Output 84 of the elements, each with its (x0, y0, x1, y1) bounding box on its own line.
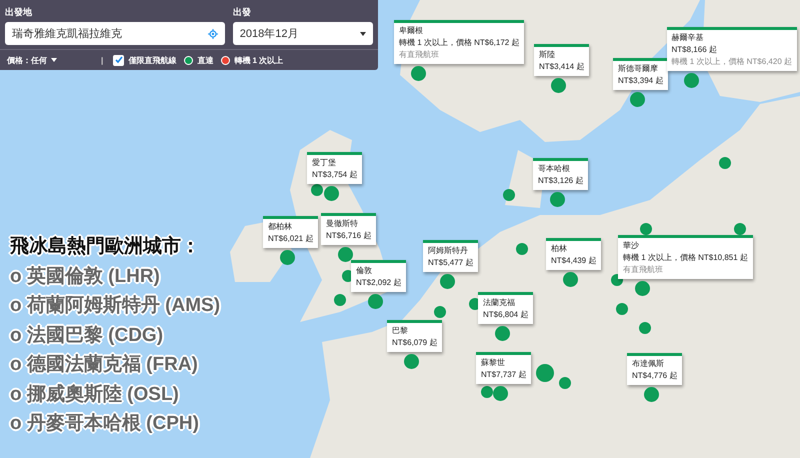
city-name: 巴黎 (392, 325, 409, 337)
destination-marker[interactable] (640, 223, 652, 235)
location-icon[interactable] (208, 28, 218, 38)
destination-marker[interactable] (616, 303, 628, 315)
destination-marker[interactable] (719, 157, 731, 169)
city-name: 赫爾辛基 (672, 32, 705, 44)
city-name: 法蘭克福 (483, 297, 516, 309)
overlay-title: 飛冰島熱門歐洲城市： (10, 234, 201, 259)
price-popup[interactable]: 哥本哈根 NT$3,126 起 (533, 158, 588, 190)
city-list-item: o 丹麥哥本哈根 (CPH) (10, 412, 200, 436)
city-list-item: o 英國倫敦 (LHR) (10, 264, 161, 288)
field-label: 出發 (233, 6, 251, 18)
city-list-item: o 德國法蘭克福 (FRA) (10, 353, 199, 377)
destination-marker[interactable] (334, 294, 346, 306)
price-popup[interactable]: 柏林 NT$4,439 起 (546, 238, 602, 270)
city-name: 華沙 (623, 240, 640, 252)
price-text: 有直飛航班 (623, 264, 663, 276)
city-list-item: o 荷蘭阿姆斯特丹 (AMS) (10, 294, 220, 318)
destination-marker[interactable] (311, 184, 323, 196)
price-text: NT$6,079 起 (392, 337, 438, 349)
price-popup[interactable]: 曼徹斯特 NT$6,716 起 (321, 213, 376, 245)
destination-marker[interactable] (481, 386, 493, 398)
checkbox-label[interactable]: 僅限直飛航線 (128, 54, 176, 66)
city-name: 倫敦 (356, 265, 373, 277)
date-select[interactable]: 2018年12月 (232, 22, 373, 45)
price-popup[interactable]: 阿姆斯特丹 NT$5,477 起 (423, 240, 478, 272)
city-name: 哥本哈根 (538, 163, 571, 175)
price-popup[interactable]: 斯德哥爾摩 NT$3,394 起 (613, 58, 668, 90)
city-name: 阿姆斯特丹 (428, 245, 469, 257)
city-name: 斯德哥爾摩 (618, 63, 659, 75)
origin-input[interactable]: 瑞奇雅維克凱福拉維克 (5, 22, 225, 45)
price-popup[interactable]: 倫敦 NT$2,092 起 (351, 260, 406, 292)
city-name: 都柏林 (268, 221, 293, 233)
destination-marker[interactable] (559, 377, 571, 389)
legend-label: 轉機 1 次以上 (234, 54, 284, 66)
price-text: 轉機 1 次以上，價格 NT$6,420 起 (672, 56, 792, 68)
price-text: NT$2,092 起 (356, 277, 402, 289)
price-popup[interactable]: 愛丁堡 NT$3,754 起 (307, 152, 362, 184)
destination-marker[interactable] (516, 243, 528, 255)
city-name: 曼徹斯特 (326, 218, 359, 230)
price-popup[interactable]: 斯陸 NT$3,414 起 (534, 44, 590, 76)
price-popup[interactable]: 都柏林 NT$6,021 起 (263, 216, 318, 248)
field-label: 出發地 (5, 6, 33, 18)
city-name: 卑爾根 (399, 25, 424, 37)
price-text: NT$4,776 起 (632, 370, 678, 382)
price-text: NT$4,439 起 (551, 255, 596, 267)
city-name: 蘇黎世 (481, 357, 506, 369)
price-popup[interactable]: 法蘭克福 NT$6,804 起 (478, 292, 534, 324)
price-text: NT$3,414 起 (539, 61, 584, 73)
destination-marker[interactable] (503, 189, 515, 201)
price-popup[interactable]: 卑爾根 轉機 1 次以上，價格 NT$6,172 起 有直飛航班 (394, 20, 524, 64)
price-text: 轉機 1 次以上，價格 NT$10,851 起 (623, 252, 748, 264)
price-text: NT$3,394 起 (618, 75, 664, 87)
city-name: 愛丁堡 (312, 157, 337, 169)
price-text: NT$8,166 起 (672, 44, 717, 56)
city-name: 布達佩斯 (632, 358, 665, 370)
price-text: NT$6,716 起 (326, 230, 372, 242)
separator: | (101, 56, 104, 64)
checkbox[interactable] (113, 54, 124, 66)
city-name: 柏林 (551, 243, 568, 255)
price-text: NT$6,021 起 (268, 233, 314, 245)
legend-label: 直達 (197, 54, 214, 66)
price-popup[interactable]: 布達佩斯 NT$4,776 起 (627, 353, 682, 385)
price-popup[interactable]: 巴黎 NT$6,079 起 (387, 320, 442, 352)
price-text: NT$3,754 起 (312, 169, 358, 181)
price-text: NT$7,737 起 (481, 369, 526, 381)
city-list-item: o 挪威奧斯陸 (OSL) (10, 382, 180, 406)
city-name: 斯陸 (539, 49, 556, 61)
destination-marker[interactable] (734, 223, 746, 235)
price-text: NT$6,804 起 (483, 309, 528, 321)
price-text: 轉機 1 次以上，價格 NT$6,172 起 (399, 37, 520, 49)
price-dropdown[interactable]: 價格：任何 (7, 54, 57, 66)
caret-icon (360, 32, 366, 36)
destination-marker[interactable] (434, 306, 446, 318)
price-popup[interactable]: 蘇黎世 NT$7,737 起 (476, 352, 532, 384)
destination-marker[interactable] (536, 364, 554, 382)
price-text: NT$5,477 起 (428, 257, 474, 269)
price-popup[interactable]: 華沙 轉機 1 次以上，價格 NT$10,851 起 有直飛航班 (618, 235, 753, 279)
destination-marker[interactable] (639, 322, 651, 334)
caret-icon (51, 58, 57, 62)
city-list-item: o 法國巴黎 (CDG) (10, 324, 164, 348)
price-text: 有直飛航班 (399, 49, 439, 61)
price-popup[interactable]: 赫爾辛基 NT$8,166 起 轉機 1 次以上，價格 NT$6,420 起 (666, 27, 797, 71)
price-text: NT$3,126 起 (538, 175, 584, 187)
